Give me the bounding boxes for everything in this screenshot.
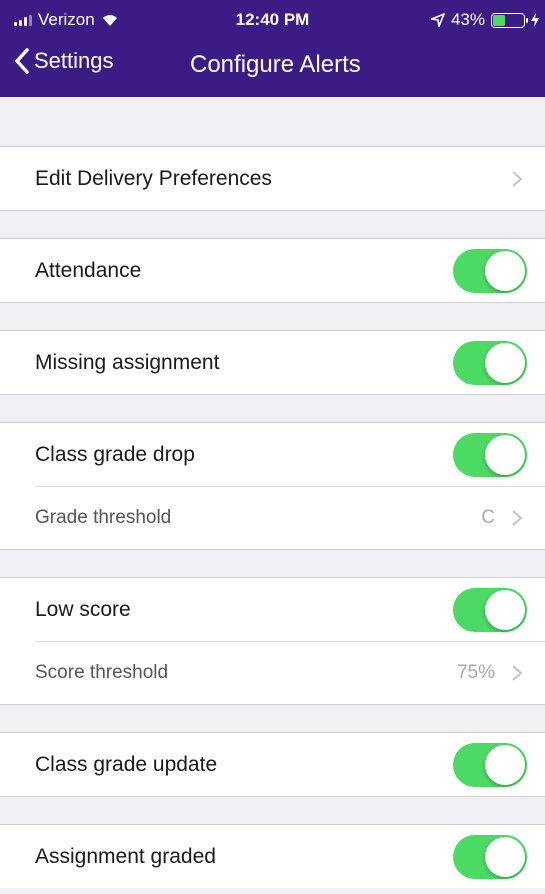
back-label: Settings (34, 48, 114, 73)
class-grade-drop-row: Class grade drop (0, 423, 545, 486)
chevron-left-icon (15, 48, 29, 74)
section-spacer (0, 394, 545, 423)
low-score-row: Low score (0, 578, 545, 641)
chevron-right-icon (512, 510, 523, 526)
section-spacer (0, 549, 545, 578)
attendance-row: Attendance (0, 239, 545, 302)
grade-threshold-row[interactable]: Grade threshold C (35, 486, 545, 549)
chevron-right-icon (512, 170, 523, 187)
back-button[interactable]: Settings (14, 48, 114, 74)
row-label: Missing assignment (35, 350, 220, 374)
low-score-group: Low score Score threshold 75% (0, 578, 545, 704)
battery-percent: 43% (450, 10, 485, 29)
row-label: Class grade drop (35, 442, 195, 466)
missing-assignment-toggle[interactable] (453, 340, 527, 385)
attendance-group: Attendance (0, 239, 545, 302)
row-label: Grade threshold (35, 507, 172, 528)
row-label: Score threshold (35, 662, 169, 683)
class-grade-update-group: Class grade update (0, 733, 545, 796)
section-spacer (0, 704, 545, 733)
row-label: Attendance (35, 258, 142, 282)
missing-assignment-row: Missing assignment (0, 331, 545, 394)
class-grade-drop-group: Class grade drop Grade threshold C (0, 423, 545, 549)
assignment-graded-row: Assignment graded (0, 825, 545, 888)
chevron-right-icon (512, 665, 523, 681)
delivery-group: Edit Delivery Preferences (0, 147, 545, 210)
section-spacer (0, 796, 545, 825)
row-label: Assignment graded (35, 844, 216, 868)
battery-icon (491, 12, 528, 28)
assignment-graded-group: Assignment graded (0, 825, 545, 888)
section-spacer (0, 97, 545, 147)
assignment-graded-toggle[interactable] (453, 834, 527, 879)
class-grade-update-row: Class grade update (0, 733, 545, 796)
section-spacer (0, 302, 545, 331)
missing-group: Missing assignment (0, 331, 545, 394)
class-grade-drop-toggle[interactable] (453, 432, 527, 477)
status-bar: Verizon 12:40 PM 43% (0, 0, 545, 38)
grade-threshold-value: C (481, 507, 495, 528)
location-icon (430, 13, 445, 27)
section-spacer (0, 210, 545, 239)
low-score-toggle[interactable] (453, 587, 527, 632)
charging-icon (531, 13, 539, 27)
score-threshold-row[interactable]: Score threshold 75% (35, 641, 545, 704)
row-label: Low score (35, 597, 131, 621)
row-label: Edit Delivery Preferences (35, 166, 272, 190)
nav-bar: Settings Configure Alerts (0, 38, 545, 97)
class-grade-update-toggle[interactable] (453, 742, 527, 787)
score-threshold-value: 75% (456, 662, 495, 683)
page-title: Configure Alerts (190, 51, 361, 78)
attendance-toggle[interactable] (453, 248, 527, 293)
row-label: Class grade update (35, 752, 218, 776)
top-bar: Verizon 12:40 PM 43% Settings Configure … (0, 0, 545, 97)
edit-delivery-preferences-row[interactable]: Edit Delivery Preferences (0, 147, 545, 210)
